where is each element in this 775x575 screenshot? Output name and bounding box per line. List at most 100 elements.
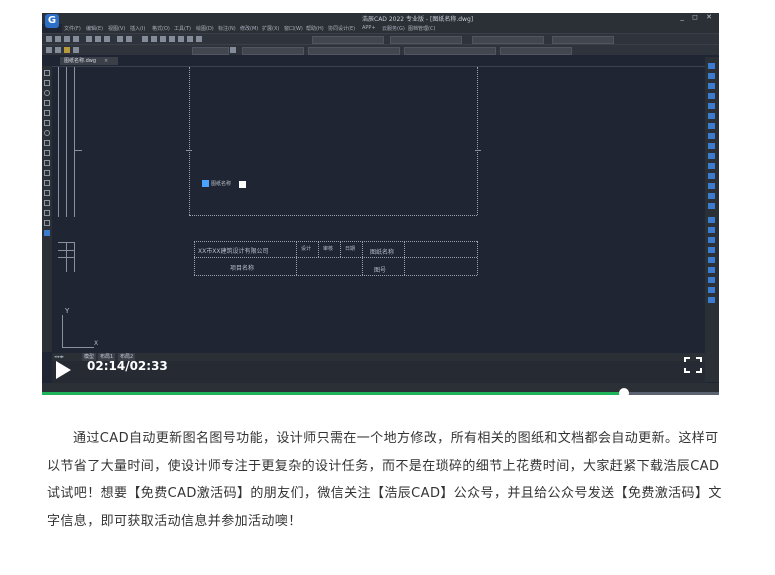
print-icon[interactable] bbox=[73, 36, 79, 42]
gradient-icon[interactable] bbox=[44, 180, 50, 186]
hatch-icon[interactable] bbox=[44, 170, 50, 176]
menu-item[interactable]: 窗口(W) bbox=[284, 25, 303, 32]
menu-item[interactable]: 视图(V) bbox=[108, 25, 125, 32]
menu-item[interactable]: 图档管理(C) bbox=[408, 25, 435, 32]
menu-item[interactable]: 文件(F) bbox=[64, 25, 81, 32]
dim-aligned-icon[interactable] bbox=[708, 237, 715, 243]
trim-icon[interactable] bbox=[708, 153, 715, 159]
leader-icon[interactable] bbox=[708, 277, 715, 283]
copy-icon[interactable] bbox=[95, 36, 101, 42]
tablestyle-select[interactable] bbox=[472, 36, 544, 44]
menu-item[interactable]: 标注(N) bbox=[218, 25, 236, 32]
offset-icon[interactable] bbox=[708, 93, 715, 99]
linetype-select[interactable] bbox=[308, 47, 400, 55]
style-select[interactable] bbox=[312, 36, 384, 44]
layer-select[interactable] bbox=[192, 47, 229, 55]
stretch-icon[interactable] bbox=[708, 143, 715, 149]
break-icon[interactable] bbox=[708, 173, 715, 179]
tag-label[interactable]: 图纸名称 bbox=[211, 180, 231, 187]
polyline-icon[interactable] bbox=[44, 80, 50, 86]
mtext-icon[interactable] bbox=[44, 230, 50, 236]
video-player[interactable]: 浩辰CAD 2022 专业版 - [图纸名称.dwg] _ ◻ ✕ G 文件(F… bbox=[42, 13, 719, 395]
progress-knob[interactable] bbox=[619, 388, 630, 395]
menu-item[interactable]: 云服务(G) bbox=[382, 25, 405, 32]
pan-icon[interactable] bbox=[142, 36, 148, 42]
spline-icon[interactable] bbox=[44, 140, 50, 146]
mirror-icon[interactable] bbox=[708, 83, 715, 89]
revcloud-icon[interactable] bbox=[44, 150, 50, 156]
play-icon[interactable] bbox=[56, 361, 71, 379]
rectangle-icon[interactable] bbox=[44, 110, 50, 116]
title-block-line bbox=[194, 241, 195, 275]
zoom-window-icon[interactable] bbox=[160, 36, 166, 42]
scale-icon[interactable] bbox=[708, 133, 715, 139]
sun-icon[interactable] bbox=[64, 47, 70, 53]
zoom-icon[interactable] bbox=[151, 36, 157, 42]
lock-icon[interactable] bbox=[73, 47, 79, 53]
rotate-icon[interactable] bbox=[708, 123, 715, 129]
array-icon[interactable] bbox=[708, 103, 715, 109]
undo-icon[interactable] bbox=[117, 36, 123, 42]
help-icon[interactable] bbox=[196, 36, 202, 42]
menu-item[interactable]: 扩展(X) bbox=[262, 25, 279, 32]
menu-item[interactable]: 修改(M) bbox=[240, 25, 258, 32]
lineweight-select[interactable] bbox=[404, 47, 496, 55]
arc-icon[interactable] bbox=[44, 100, 50, 106]
redo-icon[interactable] bbox=[126, 36, 132, 42]
title-block-line bbox=[477, 241, 478, 275]
drawing-canvas[interactable]: 图纸名称 XX市XX建筑设计有限公司 项目名称 设计 审核 日期 图纸名称 图号… bbox=[52, 66, 705, 353]
table-icon[interactable] bbox=[44, 200, 50, 206]
block-insert-icon[interactable] bbox=[44, 210, 50, 216]
menu-item[interactable]: 帮助(H) bbox=[306, 25, 324, 32]
color-select[interactable] bbox=[242, 47, 304, 55]
dim-radius-icon[interactable] bbox=[708, 247, 715, 253]
text-icon[interactable] bbox=[44, 220, 50, 226]
join-icon[interactable] bbox=[708, 183, 715, 189]
dimstyle-select[interactable] bbox=[390, 36, 462, 44]
move-icon[interactable] bbox=[708, 113, 715, 119]
region-icon[interactable] bbox=[44, 190, 50, 196]
block-icon[interactable] bbox=[187, 36, 193, 42]
menu-item[interactable]: 插入(I) bbox=[130, 25, 145, 32]
circle-icon[interactable] bbox=[44, 90, 50, 96]
open-file-icon[interactable] bbox=[55, 36, 61, 42]
cut-icon[interactable] bbox=[86, 36, 92, 42]
save-icon[interactable] bbox=[64, 36, 70, 42]
extend-icon[interactable] bbox=[708, 163, 715, 169]
polygon-icon[interactable] bbox=[44, 120, 50, 126]
tab-nav-arrows-icon[interactable]: ◂◂◂▸ bbox=[54, 353, 64, 361]
dim-diameter-icon[interactable] bbox=[708, 257, 715, 263]
plotstyle-select[interactable] bbox=[500, 47, 572, 55]
copy-object-icon[interactable] bbox=[708, 73, 715, 79]
erase-icon[interactable] bbox=[708, 63, 715, 69]
explode-icon[interactable] bbox=[708, 217, 715, 223]
grip-square[interactable] bbox=[239, 181, 246, 188]
menu-item[interactable]: 工具(T) bbox=[174, 25, 191, 32]
fillet-icon[interactable] bbox=[708, 203, 715, 209]
ellipse-icon[interactable] bbox=[44, 130, 50, 136]
new-file-icon[interactable] bbox=[46, 36, 52, 42]
layer-manager-icon[interactable] bbox=[46, 47, 52, 53]
tolerance-icon[interactable] bbox=[708, 287, 715, 293]
dim-angular-icon[interactable] bbox=[708, 267, 715, 273]
menu-item[interactable]: 协同设计(E) bbox=[328, 25, 355, 32]
close-icon[interactable]: × bbox=[104, 57, 108, 65]
chamfer-icon[interactable] bbox=[708, 193, 715, 199]
paste-icon[interactable] bbox=[104, 36, 110, 42]
center-mark-icon[interactable] bbox=[708, 297, 715, 303]
menu-item[interactable]: 格式(O) bbox=[152, 25, 170, 32]
point-icon[interactable] bbox=[44, 160, 50, 166]
menu-item[interactable]: APP+ bbox=[362, 25, 376, 31]
fullscreen-icon[interactable] bbox=[683, 356, 703, 374]
color-icon[interactable] bbox=[230, 47, 236, 53]
properties-icon[interactable] bbox=[169, 36, 175, 42]
layer-icon[interactable] bbox=[178, 36, 184, 42]
document-tab[interactable]: 图纸名称.dwg bbox=[60, 57, 118, 65]
dim-linear-icon[interactable] bbox=[708, 227, 715, 233]
menu-item[interactable]: 编辑(E) bbox=[86, 25, 103, 32]
window-controls[interactable]: _ ◻ ✕ bbox=[680, 13, 715, 21]
menu-item[interactable]: 绘图(D) bbox=[196, 25, 214, 32]
bulb-icon[interactable] bbox=[55, 47, 61, 53]
line-icon[interactable] bbox=[44, 70, 50, 76]
multileader-select[interactable] bbox=[552, 36, 614, 44]
